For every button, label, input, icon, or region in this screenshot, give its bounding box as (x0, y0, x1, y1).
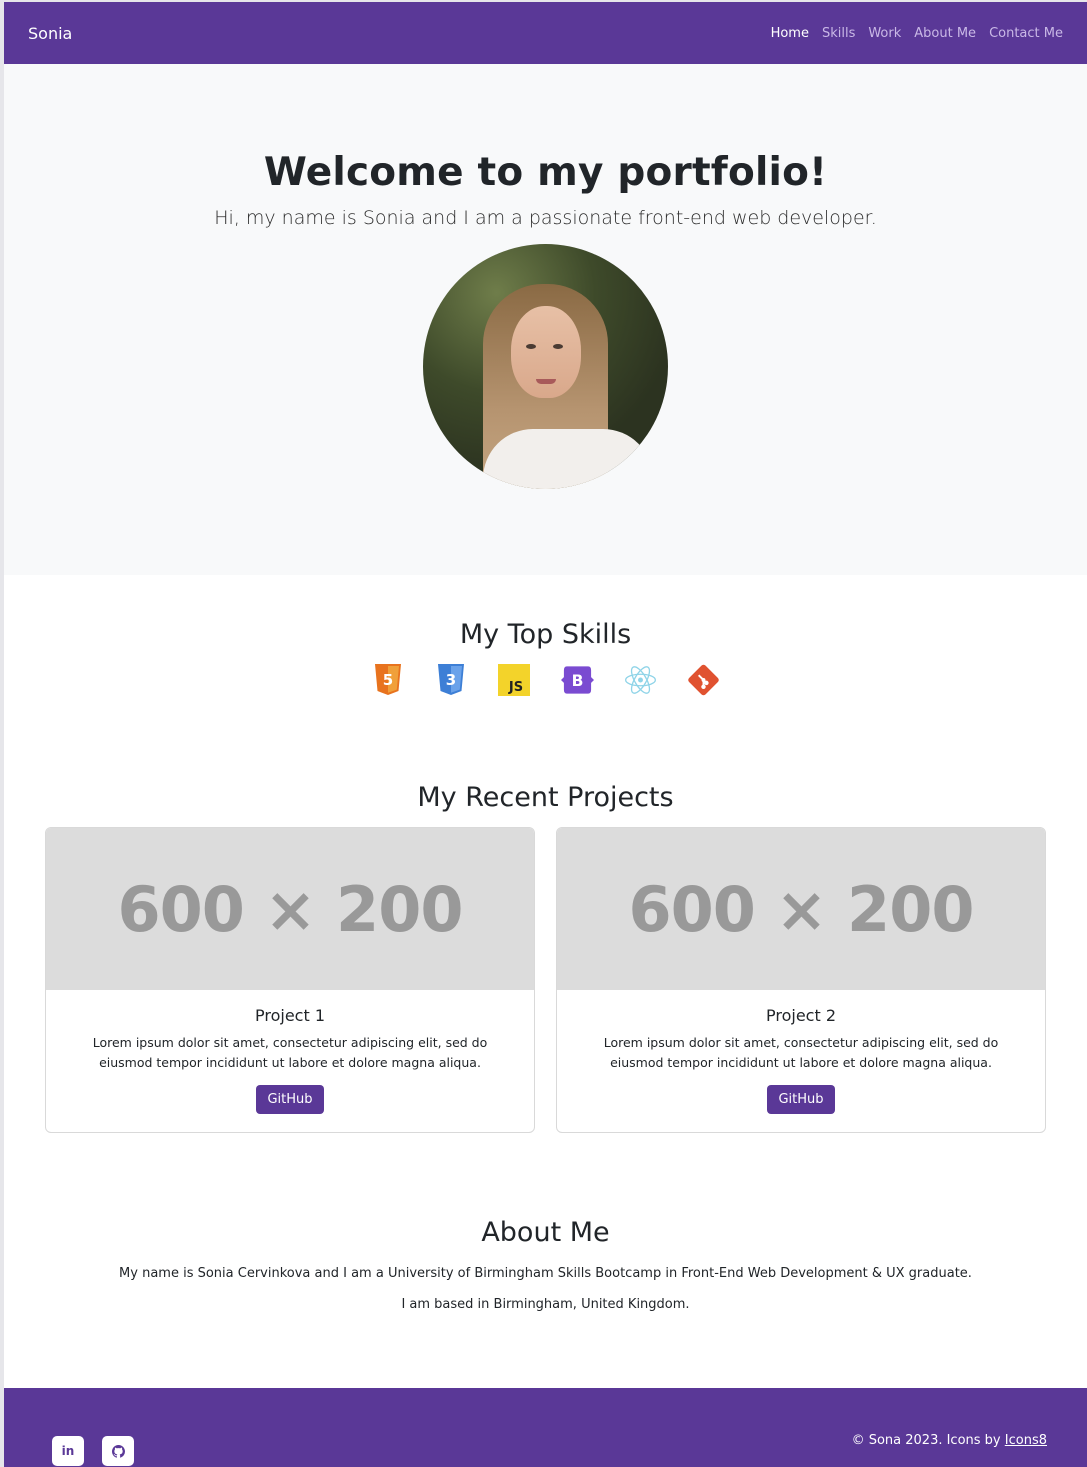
html5-icon: 5 (372, 663, 405, 696)
project-description: Lorem ipsum dolor sit amet, consectetur … (603, 1035, 999, 1070)
linkedin-icon[interactable]: in (52, 1436, 84, 1466)
nav-work[interactable]: Work (868, 26, 901, 41)
copyright-text: © Sona 2023. Icons by (851, 1433, 1001, 1448)
copyright: © Sona 2023. Icons by Icons8 (852, 1433, 1047, 1448)
project-card: 600 × 200 Project 2 Lorem ipsum dolor si… (556, 827, 1046, 1133)
git-icon (687, 663, 720, 696)
profile-photo (423, 244, 668, 489)
projects-title: My Recent Projects (417, 782, 674, 813)
svg-text:5: 5 (383, 671, 393, 689)
hero-section: Welcome to my portfolio! Hi, my name is … (4, 64, 1087, 575)
project-image-placeholder: 600 × 200 (46, 828, 534, 990)
project-card: 600 × 200 Project 1 Lorem ipsum dolor si… (45, 827, 535, 1133)
github-icon[interactable] (102, 1436, 134, 1466)
javascript-icon: JS (498, 663, 531, 696)
linkedin-label: in (61, 1444, 75, 1458)
project-image-placeholder: 600 × 200 (557, 828, 1045, 990)
brand-link[interactable]: Sonia (28, 24, 72, 43)
svg-text:3: 3 (446, 671, 456, 689)
nav-skills[interactable]: Skills (822, 26, 855, 41)
about-title: About Me (481, 1217, 610, 1248)
svg-text:JS: JS (508, 680, 523, 695)
footer: in © Sona 2023. Icons by Icons8 (4, 1388, 1087, 1467)
nav-about-me[interactable]: About Me (914, 26, 976, 41)
css3-icon: 3 (435, 663, 468, 696)
project-title: Project 2 (765, 1006, 836, 1025)
hero-lead: Hi, my name is Sonia and I am a passiona… (214, 207, 877, 229)
hero-title: Welcome to my portfolio! (263, 150, 828, 195)
icons8-link[interactable]: Icons8 (1005, 1433, 1047, 1448)
skill-icons: 5 3 JS B (372, 663, 720, 696)
about-paragraph: My name is Sonia Cervinkova and I am a U… (119, 1266, 972, 1281)
react-icon (624, 663, 657, 696)
nav-home[interactable]: Home (771, 26, 809, 41)
project-title: Project 1 (254, 1006, 325, 1025)
about-paragraph: I am based in Birmingham, United Kingdom… (401, 1297, 690, 1312)
skills-section: My Top Skills 5 3 JS B (4, 575, 1087, 696)
social-links: in (52, 1436, 134, 1466)
about-section: About Me My name is Sonia Cervinkova and… (4, 1217, 1087, 1312)
navbar: Sonia Home Skills Work About Me Contact … (4, 2, 1087, 64)
projects-section: My Recent Projects 600 × 200 Project 1 L… (4, 782, 1087, 1133)
nav-links: Home Skills Work About Me Contact Me (771, 26, 1063, 41)
skills-title: My Top Skills (459, 619, 632, 650)
svg-text:B: B (571, 671, 583, 689)
nav-contact-me[interactable]: Contact Me (989, 26, 1063, 41)
github-button[interactable]: GitHub (767, 1085, 835, 1114)
project-description: Lorem ipsum dolor sit amet, consectetur … (92, 1035, 488, 1070)
github-button[interactable]: GitHub (256, 1085, 324, 1114)
bootstrap-icon: B (560, 663, 594, 696)
project-cards: 600 × 200 Project 1 Lorem ipsum dolor si… (45, 827, 1046, 1133)
